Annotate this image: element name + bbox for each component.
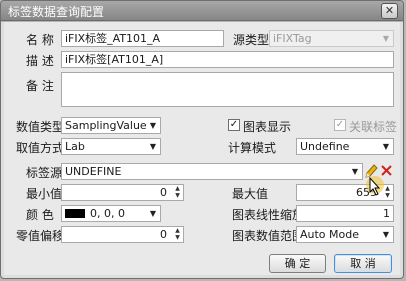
chevron-down-icon: ▼ (149, 209, 157, 218)
source-type-select: iFIXTag ▼ (269, 30, 394, 47)
max-label: 最大值 (232, 187, 269, 201)
related-tag-label: 关联标签 (349, 120, 398, 134)
ok-button[interactable]: 确 定 (269, 254, 326, 273)
range-label: 图表数值范围 (232, 229, 305, 243)
spin-arrows-icon[interactable]: ▲ ▼ (172, 227, 183, 242)
color-label: 颜 色 (26, 208, 54, 222)
spin-arrows-icon[interactable]: ▲ ▼ (172, 185, 183, 200)
chevron-down-icon: ▼ (351, 167, 359, 176)
remark-label: 备 注 (26, 79, 54, 93)
name-input[interactable]: iFIX标签_AT101_A (61, 30, 224, 47)
remark-textarea[interactable] (61, 72, 394, 107)
chart-display-checkbox[interactable]: ✓ (228, 119, 240, 131)
value-method-value: Lab (65, 140, 85, 153)
desc-input[interactable]: iFIX标签[AT101_A] (61, 51, 394, 68)
value-type-select[interactable]: SamplingValue ▼ (61, 117, 161, 134)
min-value-spinbox[interactable]: 0 ▲ ▼ (61, 184, 184, 201)
min-value: 0 (160, 186, 167, 199)
tag-source-select[interactable]: UNDEFINE ▼ (61, 163, 363, 180)
color-swatch (65, 209, 85, 218)
linear-scale-label: 图表线性缩放 (232, 208, 305, 222)
zero-offset-value: 0 (160, 228, 167, 241)
chevron-down-icon: ▼ (382, 34, 390, 43)
hand-cursor-icon (366, 176, 384, 196)
dialog-window: 标签数据查询配置 ✕ 名 称 iFIX标签_AT101_A 源类型 iFIXTa… (0, 0, 404, 279)
title-bar[interactable]: 标签数据查询配置 ✕ (1, 1, 403, 21)
chevron-down-icon: ▼ (382, 142, 390, 151)
color-select[interactable]: 0, 0, 0 ▼ (61, 205, 161, 222)
name-label: 名 称 (26, 33, 54, 47)
calc-mode-label: 计算模式 (228, 141, 277, 155)
chevron-down-icon: ▼ (382, 230, 390, 239)
related-tag-checkbox: ✓ (334, 119, 346, 131)
cancel-button[interactable]: 取 消 (334, 254, 392, 273)
min-label: 最小值 (26, 187, 63, 201)
calc-mode-select[interactable]: Undefine ▼ (296, 138, 394, 155)
close-button[interactable]: ✕ (381, 3, 398, 19)
tag-source-label: 标签源 (26, 166, 63, 180)
source-type-label: 源类型 (233, 33, 270, 47)
linear-scale-input[interactable]: 1 (296, 205, 394, 222)
range-select[interactable]: Auto Mode ▼ (296, 226, 394, 243)
chevron-down-icon: ▼ (149, 121, 157, 130)
chart-display-label: 图表显示 (243, 120, 292, 134)
color-value: 0, 0, 0 (90, 207, 125, 220)
value-type-value: SamplingValue (65, 119, 147, 132)
desc-label: 描 述 (26, 54, 54, 68)
chevron-down-icon: ▼ (149, 142, 157, 151)
zero-offset-spinbox[interactable]: 0 ▲ ▼ (61, 226, 184, 243)
value-method-select[interactable]: Lab ▼ (61, 138, 161, 155)
tag-source-value: UNDEFINE (65, 165, 122, 178)
source-type-value: iFIXTag (273, 32, 312, 45)
value-type-label: 数值类型 (16, 120, 65, 134)
range-value: Auto Mode (300, 228, 360, 241)
zero-offset-label: 零值偏移 (16, 229, 65, 243)
calc-mode-value: Undefine (300, 140, 350, 153)
value-method-label: 取值方式 (16, 141, 65, 155)
dialog-body: 名 称 iFIX标签_AT101_A 源类型 iFIXTag ▼ 描 述 iFI… (4, 22, 400, 275)
window-title: 标签数据查询配置 (8, 5, 105, 19)
